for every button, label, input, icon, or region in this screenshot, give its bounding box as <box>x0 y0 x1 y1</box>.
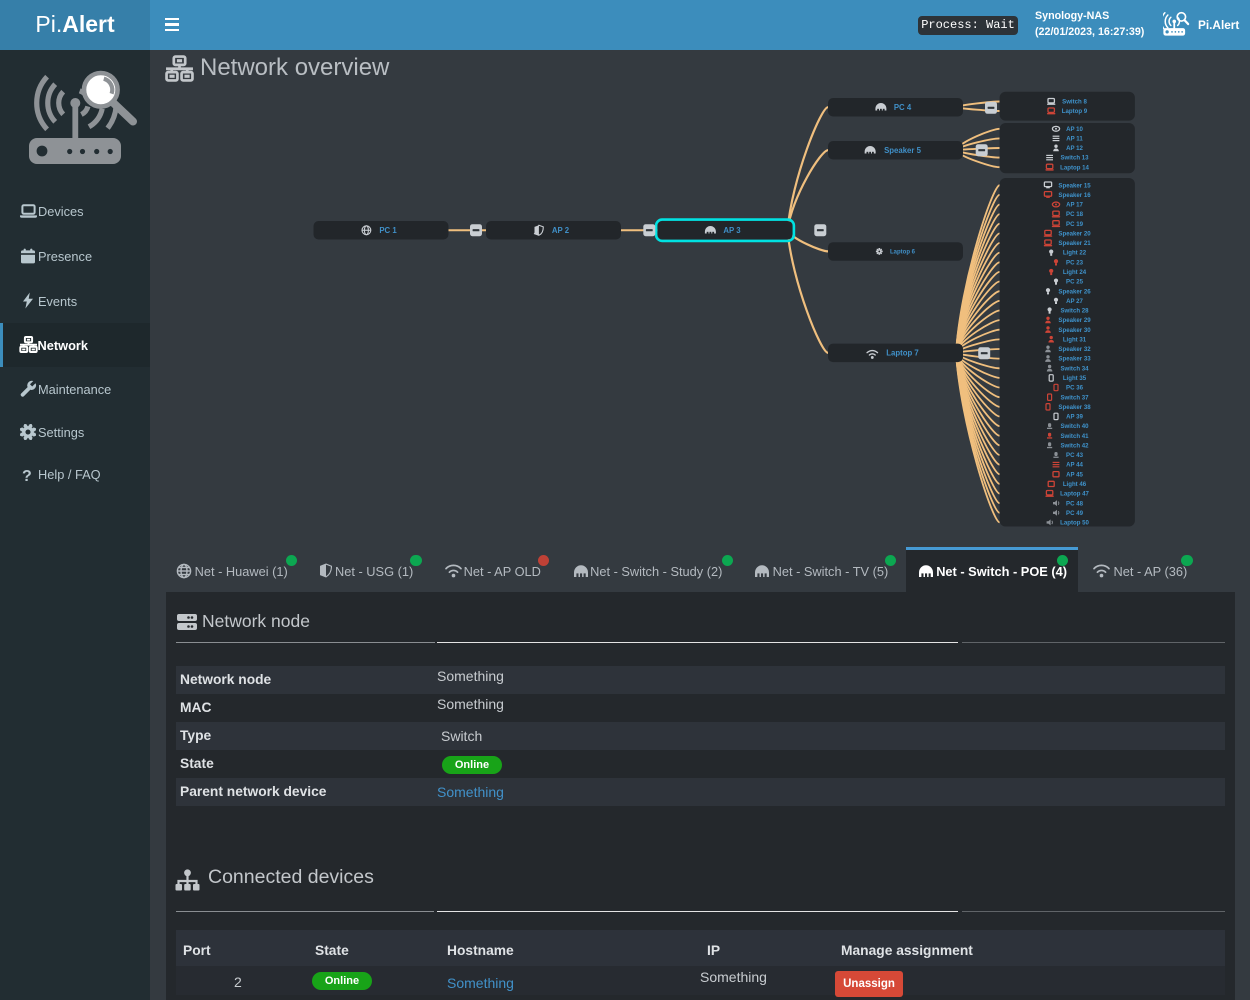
svg-text:AP 45: AP 45 <box>1066 471 1083 478</box>
svg-text:Switch 8: Switch 8 <box>1062 99 1087 106</box>
svg-text:Switch 42: Switch 42 <box>1060 442 1089 449</box>
svg-text:Switch 37: Switch 37 <box>1060 394 1089 401</box>
svg-text:Switch 41: Switch 41 <box>1060 433 1089 440</box>
svg-text:Switch 13: Switch 13 <box>1060 155 1089 162</box>
svg-text:Laptop 50: Laptop 50 <box>1060 520 1089 527</box>
svg-text:Speaker 30: Speaker 30 <box>1058 327 1091 334</box>
svg-text:Laptop 7: Laptop 7 <box>886 349 919 358</box>
svg-text:PC 18: PC 18 <box>1066 211 1084 218</box>
svg-text:Switch 34: Switch 34 <box>1060 365 1089 372</box>
svg-text:PC 23: PC 23 <box>1066 259 1084 266</box>
svg-text:PC 25: PC 25 <box>1066 279 1084 286</box>
svg-text:AP 2: AP 2 <box>552 226 570 235</box>
svg-text:AP 39: AP 39 <box>1066 414 1083 421</box>
svg-text:Speaker 32: Speaker 32 <box>1058 346 1091 353</box>
svg-text:Speaker 21: Speaker 21 <box>1058 240 1091 247</box>
svg-text:Switch 40: Switch 40 <box>1060 423 1089 430</box>
svg-text:PC 1: PC 1 <box>379 226 397 235</box>
svg-text:AP 44: AP 44 <box>1066 462 1083 469</box>
svg-text:AP 12: AP 12 <box>1066 145 1083 152</box>
svg-text:AP 3: AP 3 <box>723 226 741 235</box>
svg-text:Speaker 26: Speaker 26 <box>1058 288 1091 295</box>
svg-text:AP 27: AP 27 <box>1066 298 1083 305</box>
svg-text:PC 36: PC 36 <box>1066 385 1084 392</box>
svg-text:Laptop 9: Laptop 9 <box>1062 108 1088 115</box>
svg-text:Speaker 20: Speaker 20 <box>1058 231 1091 238</box>
svg-text:Speaker 29: Speaker 29 <box>1058 317 1091 324</box>
svg-text:Light 46: Light 46 <box>1063 481 1087 488</box>
svg-text:PC 49: PC 49 <box>1066 510 1084 517</box>
svg-text:Laptop 47: Laptop 47 <box>1060 491 1089 498</box>
svg-text:Speaker 38: Speaker 38 <box>1058 404 1091 411</box>
svg-text:Speaker 15: Speaker 15 <box>1058 182 1091 189</box>
svg-text:PC 48: PC 48 <box>1066 500 1084 507</box>
svg-text:AP 17: AP 17 <box>1066 202 1083 209</box>
svg-text:AP 11: AP 11 <box>1066 136 1083 143</box>
svg-text:Switch 28: Switch 28 <box>1060 308 1089 315</box>
svg-text:Speaker 33: Speaker 33 <box>1058 356 1091 363</box>
svg-text:PC 43: PC 43 <box>1066 452 1084 459</box>
svg-text:Light 24: Light 24 <box>1063 269 1087 276</box>
svg-text:AP 10: AP 10 <box>1066 126 1083 133</box>
svg-text:Laptop 14: Laptop 14 <box>1060 164 1089 171</box>
svg-text:Light 22: Light 22 <box>1063 250 1087 257</box>
svg-text:Speaker 5: Speaker 5 <box>884 146 922 155</box>
svg-text:Laptop 6: Laptop 6 <box>890 250 916 256</box>
svg-text:PC 19: PC 19 <box>1066 221 1084 228</box>
svg-text:Light 35: Light 35 <box>1063 375 1087 382</box>
svg-text:Speaker 16: Speaker 16 <box>1058 192 1091 199</box>
svg-text:PC 4: PC 4 <box>894 103 912 112</box>
svg-text:Light 31: Light 31 <box>1063 337 1087 344</box>
